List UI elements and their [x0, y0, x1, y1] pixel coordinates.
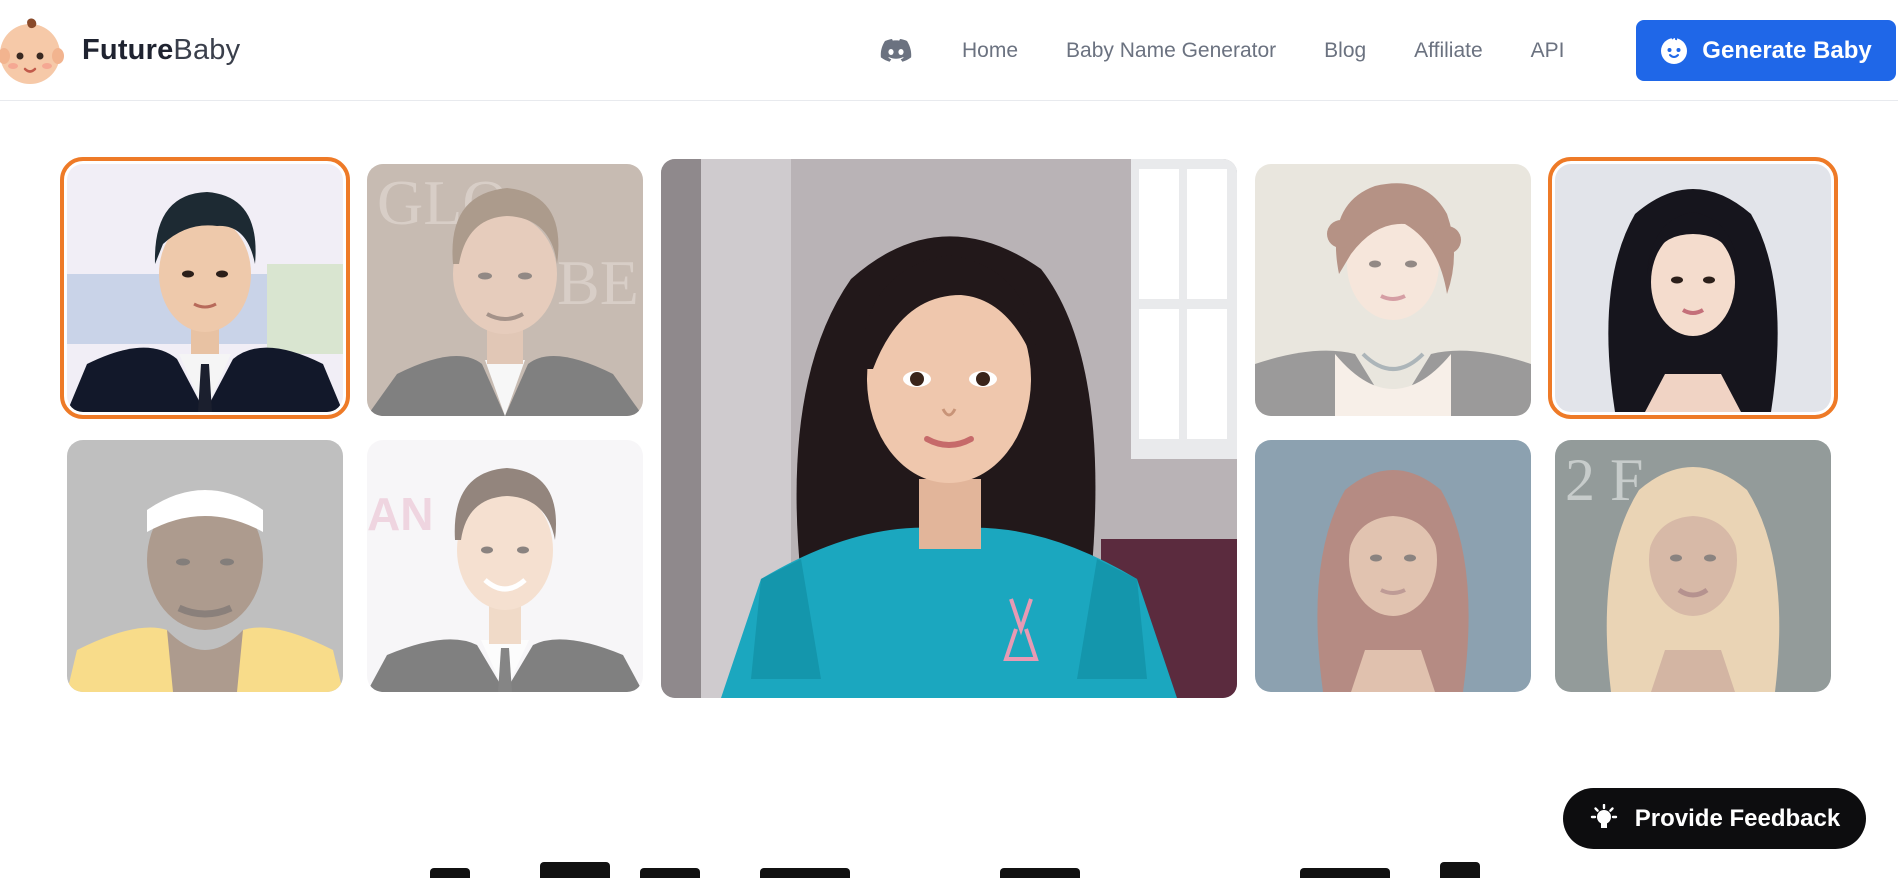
svg-text:AN: AN	[367, 488, 433, 540]
brand-name-light: Baby	[173, 33, 241, 66]
site-header: FutureBaby Home Baby Name Generator Blog…	[0, 0, 1898, 101]
parent-photo-tile[interactable]: GLO BE	[367, 164, 643, 416]
parent-photo	[1255, 164, 1531, 416]
parent-photo-tile[interactable]	[60, 157, 350, 419]
generated-baby-image	[661, 159, 1237, 698]
discord-link[interactable]	[878, 33, 914, 69]
parent-photo	[67, 440, 343, 692]
generated-baby-photo	[661, 159, 1237, 698]
parent-photo-tile[interactable]: 2 F	[1555, 440, 1831, 692]
generate-baby-button[interactable]: Generate Baby	[1636, 20, 1896, 81]
lightbulb-icon	[1590, 803, 1617, 828]
baby-face-logo-icon	[0, 18, 64, 84]
generate-baby-label: Generate Baby	[1702, 36, 1872, 64]
nav-home[interactable]: Home	[962, 39, 1018, 63]
provide-feedback-label: Provide Feedback	[1634, 804, 1841, 832]
nav-blog[interactable]: Blog	[1324, 39, 1366, 63]
parent-photo: GLO BE	[367, 164, 643, 416]
nav-affiliate[interactable]: Affiliate	[1414, 39, 1483, 63]
baby-face-icon	[1661, 36, 1688, 64]
parent-photo-tile[interactable]	[1255, 440, 1531, 692]
cropped-section-heading	[0, 860, 1898, 878]
parent-photo	[1555, 164, 1831, 412]
main-nav: Home Baby Name Generator Blog Affiliate …	[878, 0, 1565, 101]
parent-photo-tile[interactable]	[1548, 157, 1838, 419]
parent-photo-tile[interactable]	[1255, 164, 1531, 416]
brand-logo[interactable]: FutureBaby	[0, 14, 240, 86]
parent-photo	[1255, 440, 1531, 692]
nav-baby-name-generator[interactable]: Baby Name Generator	[1066, 39, 1276, 63]
brand-name-bold: Future	[82, 33, 174, 66]
parent-photo	[67, 164, 343, 412]
parent-photo: 2 F	[1555, 440, 1831, 692]
provide-feedback-button[interactable]: Provide Feedback	[1563, 788, 1866, 849]
parent-photo: AN	[367, 440, 643, 692]
svg-text:BE: BE	[557, 247, 639, 318]
nav-api[interactable]: API	[1531, 39, 1565, 63]
discord-icon	[880, 38, 912, 62]
parent-photo-tile[interactable]	[67, 440, 343, 692]
brand-name: FutureBaby	[82, 34, 240, 67]
parent-photo-tile[interactable]: AN	[367, 440, 643, 692]
